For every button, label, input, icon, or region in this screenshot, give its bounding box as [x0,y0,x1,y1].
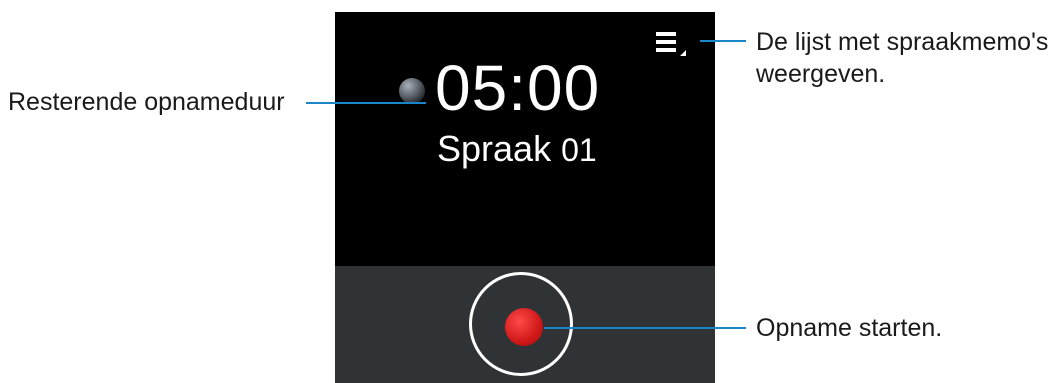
list-icon [656,32,686,56]
memo-number: 01 [561,132,597,168]
memo-name: Spraak [437,128,552,169]
callout-remaining-line [306,102,426,104]
callout-list-label-line2: weergeven. [756,60,886,88]
callout-list-label-line1: De lijst met spraakmemo's [756,28,1049,56]
voice-memo-list-button[interactable] [652,26,694,66]
remaining-time: 05:00 [435,52,601,124]
callout-remaining-label: Resterende opnameduur [8,88,285,116]
indicator-icon [399,78,425,104]
callout-record-label: Opname starten. [756,314,943,342]
record-icon [505,308,543,346]
callout-list-line [700,40,746,42]
callout-record-line [544,327,746,329]
memo-title: Spraak 01 [437,124,677,175]
